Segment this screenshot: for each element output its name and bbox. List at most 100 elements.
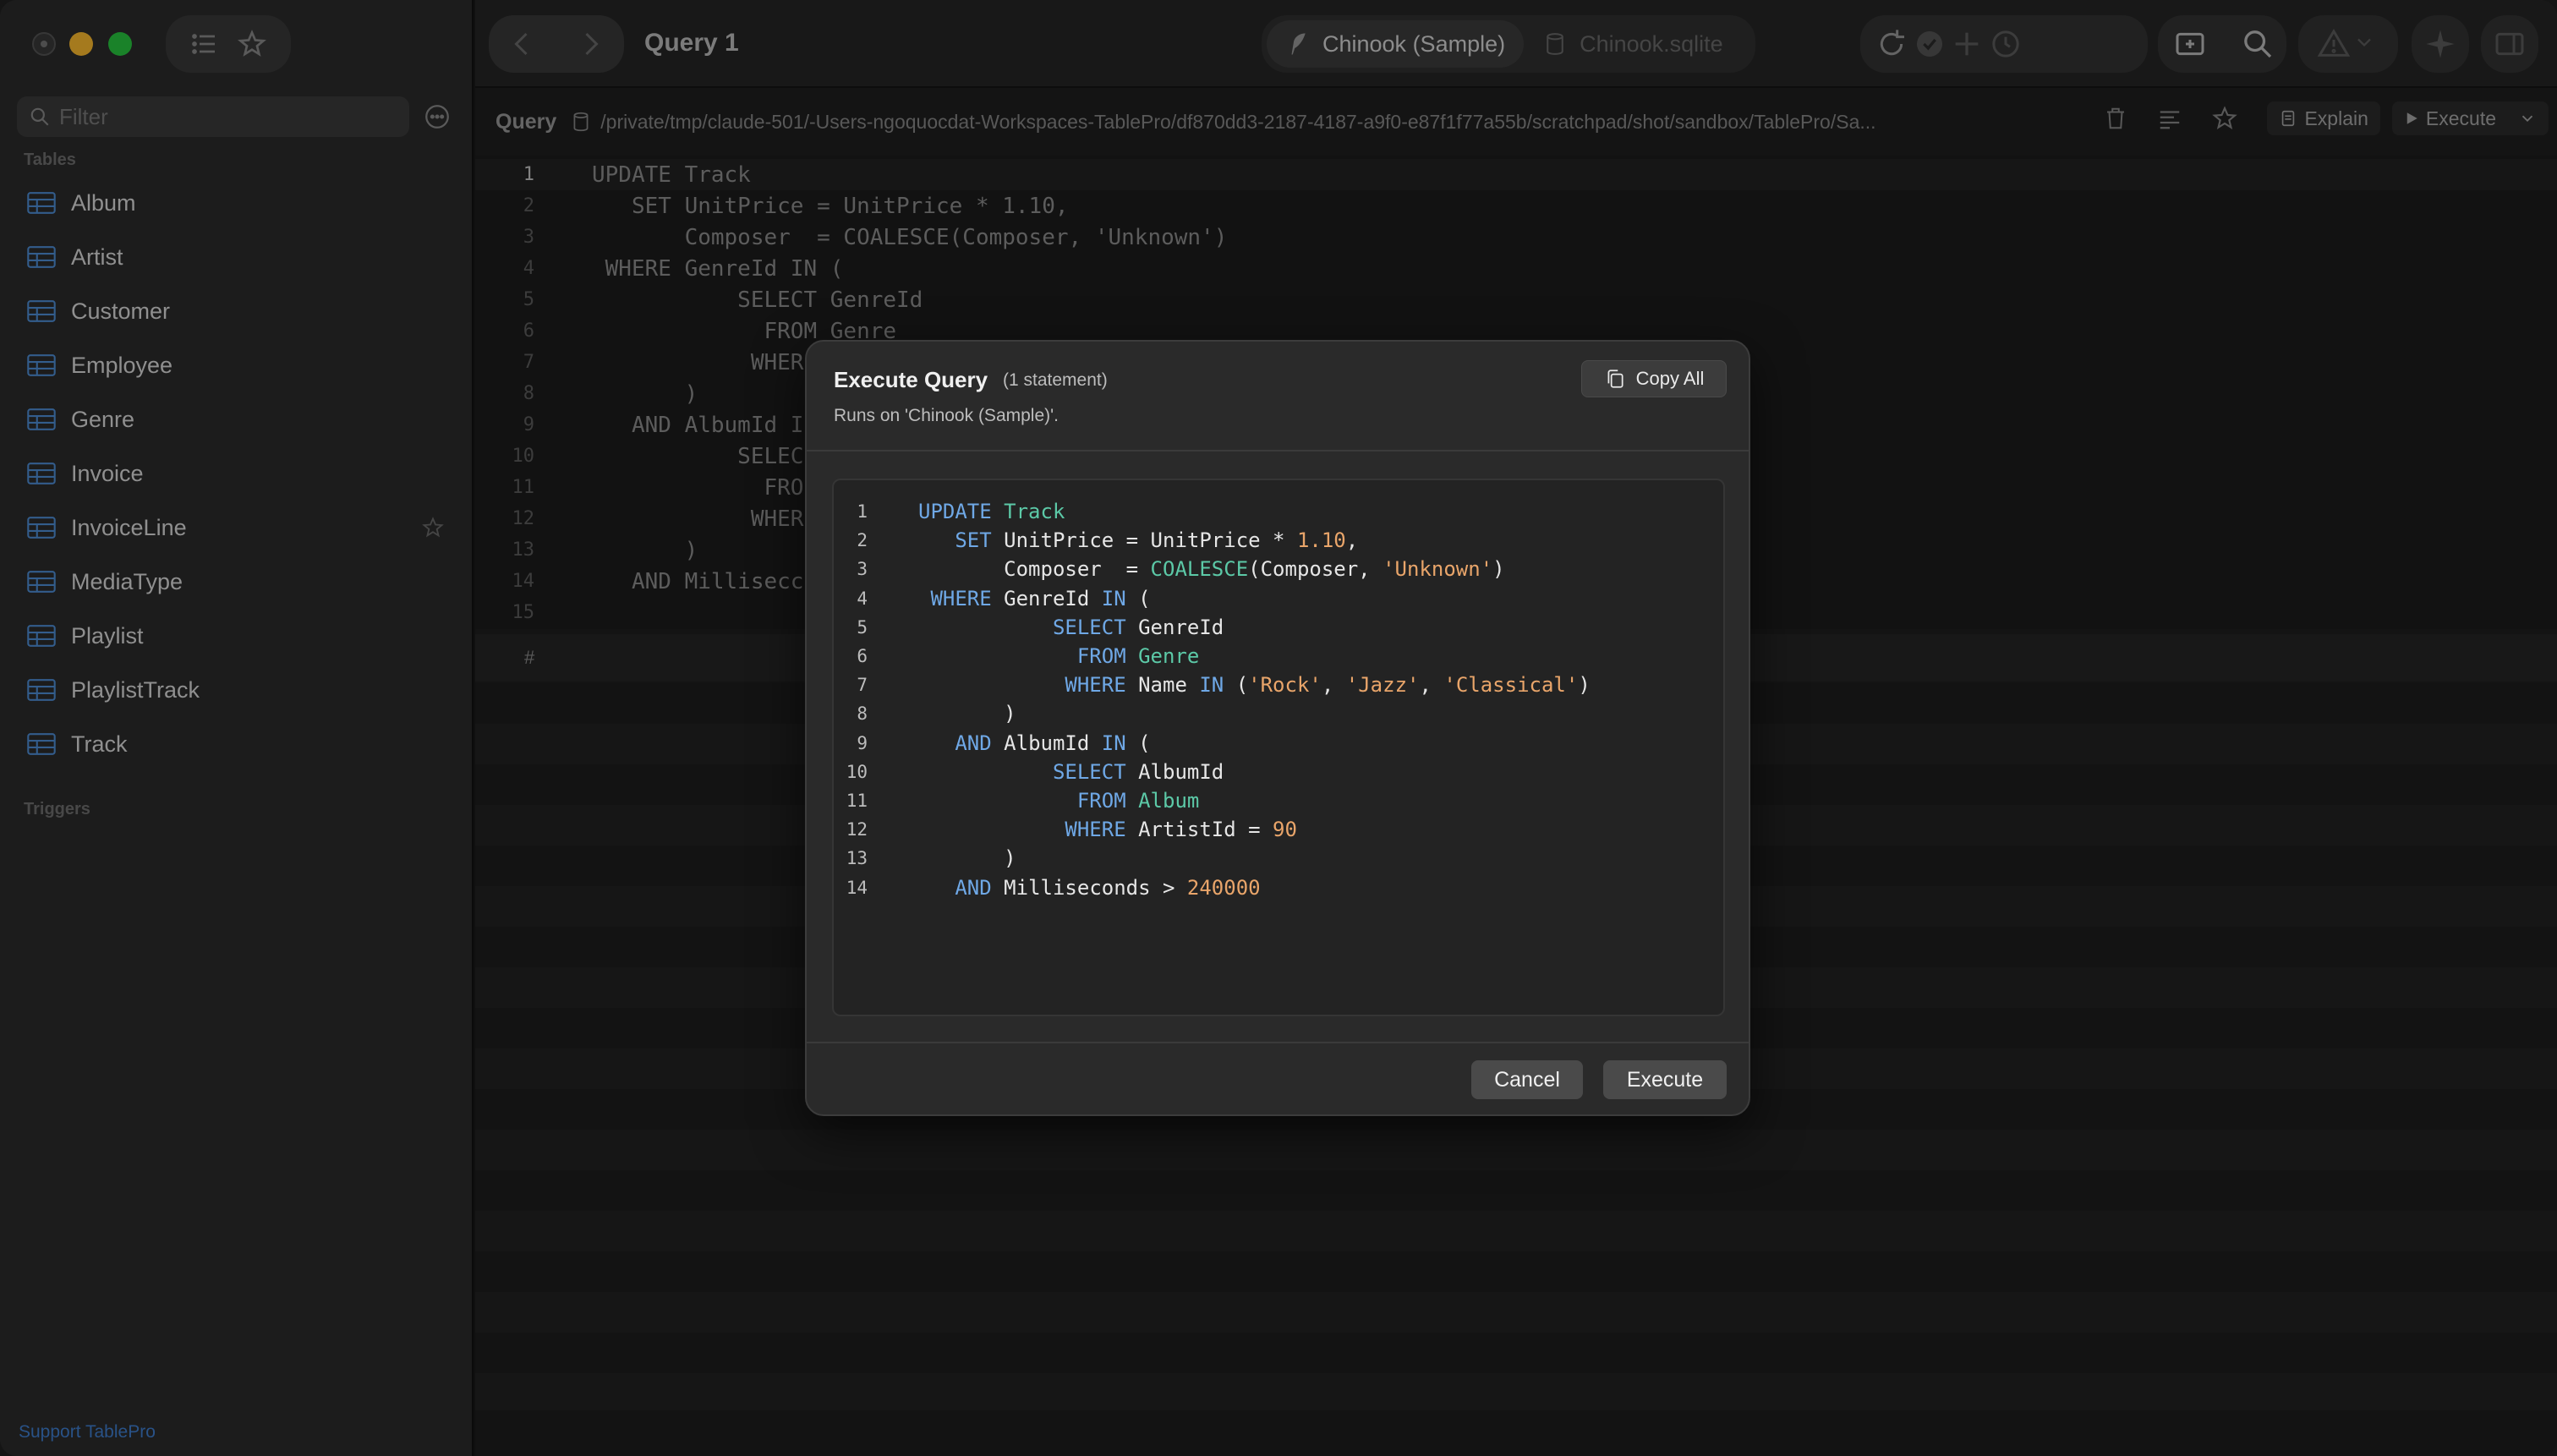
code-token: (: [1125, 731, 1151, 755]
preview-line: 9 AND AlbumId IN (: [834, 729, 1151, 758]
preview-line: 8 ): [834, 699, 1016, 728]
cancel-button[interactable]: Cancel: [1471, 1060, 1583, 1099]
preview-line-number: 6: [857, 646, 868, 666]
preview-line: 6 FROM Genre: [834, 642, 1199, 671]
code-token: ): [1492, 557, 1505, 582]
preview-line-number: 12: [846, 819, 868, 840]
code-token: FROM: [1076, 644, 1126, 668]
code-token: (Composer,: [1248, 557, 1383, 582]
preview-line: 2 SET UnitPrice = UnitPrice * 1.10,: [834, 526, 1358, 555]
code-token: IN: [1199, 673, 1224, 698]
preview-line-number: 10: [846, 761, 868, 782]
preview-line-number: 3: [857, 559, 868, 580]
preview-line-number: 11: [846, 791, 868, 811]
preview-line-number: 7: [857, 675, 868, 696]
divider: [807, 450, 1749, 452]
copy-all-label: Copy All: [1635, 368, 1705, 389]
preview-line: 5 SELECT GenreId: [834, 613, 1224, 642]
code-token: (: [1224, 673, 1249, 698]
preview-line: 13 ): [834, 844, 1016, 873]
preview-code: SELECT AlbumId: [918, 760, 1224, 784]
copy-icon: [1607, 369, 1623, 388]
dialog-subtitle: Runs on 'Chinook (Sample)'.: [834, 406, 1059, 425]
code-token: ,: [1321, 673, 1346, 698]
code-token: 1.10: [1296, 528, 1346, 553]
app-window: Tables AlbumArtistCustomerEmployeeGenreI…: [0, 0, 2557, 1456]
code-token: 90: [1273, 818, 1297, 842]
preview-line: 10 SELECT AlbumId: [834, 758, 1224, 786]
statement-count: (1 statement): [1003, 370, 1108, 390]
code-token: GenreId: [1125, 615, 1224, 639]
code-token: IN: [1101, 586, 1126, 610]
code-token: AlbumId: [1125, 759, 1224, 784]
preview-code: Composer = COALESCE(Composer, 'Unknown'): [918, 557, 1505, 582]
code-token: 240000: [1186, 875, 1261, 900]
preview-line-number: 2: [857, 530, 868, 551]
preview-code: WHERE ArtistId = 90: [918, 818, 1297, 841]
execute-button[interactable]: Execute: [1603, 1060, 1727, 1099]
preview-line-number: 9: [857, 732, 868, 753]
preview-line: 12 WHERE ArtistId = 90: [834, 815, 1297, 844]
execute-query-dialog: Execute Query (1 statement) Runs on 'Chi…: [805, 340, 1750, 1116]
preview-line: 14 AND Milliseconds > 240000: [834, 873, 1261, 902]
code-token: FROM: [1076, 789, 1126, 813]
preview-line: 4 WHERE GenreId IN (: [834, 584, 1151, 613]
code-token: Milliseconds >: [991, 875, 1187, 900]
code-token: Genre: [1138, 644, 1200, 668]
code-token: WHERE: [930, 586, 992, 610]
preview-line-number: 13: [846, 848, 868, 869]
sql-preview: 1 UPDATE Track 2 SET UnitPrice = UnitPrice…: [832, 479, 1725, 1016]
code-token: UPDATE: [918, 500, 992, 523]
preview-line: 11 FROM Album: [834, 786, 1200, 815]
preview-line-number: 8: [857, 703, 868, 725]
preview-code: WHERE Name IN ('Rock', 'Jazz', 'Classica…: [918, 673, 1590, 698]
preview-code: SET UnitPrice = UnitPrice * 1.10,: [918, 528, 1358, 552]
preview-code: SELECT GenreId: [918, 616, 1224, 639]
code-token: (: [1125, 586, 1151, 610]
code-token: AND: [955, 875, 992, 900]
preview-line-number: 4: [857, 588, 868, 609]
preview-code: FROM Album: [918, 789, 1200, 813]
preview-code: ): [918, 702, 1016, 725]
code-token: WHERE: [1065, 673, 1126, 698]
code-token: 'Rock': [1248, 673, 1322, 698]
divider: [807, 1042, 1749, 1043]
code-token: Album: [1138, 789, 1200, 813]
code-token: ): [918, 702, 1016, 726]
code-token: COALESCE: [1150, 557, 1249, 582]
dialog-title: Execute Query: [834, 367, 988, 392]
preview-code: AND Milliseconds > 240000: [918, 875, 1261, 900]
code-token: ,: [1419, 673, 1444, 698]
preview-line: 7 WHERE Name IN ('Rock', 'Jazz', 'Classi…: [834, 671, 1590, 699]
code-token: WHERE: [1065, 818, 1126, 842]
preview-code: FROM Genre: [918, 644, 1200, 668]
preview-line-number: 1: [857, 501, 868, 522]
code-token: ArtistId =: [1125, 818, 1273, 842]
preview-line: 1 UPDATE Track: [834, 497, 1065, 526]
code-token: 'Unknown': [1383, 557, 1493, 582]
code-token: ): [918, 846, 1016, 871]
code-token: AlbumId: [991, 731, 1102, 755]
code-token: ,: [1345, 528, 1359, 553]
code-token: GenreId: [991, 586, 1102, 610]
code-token: 'Jazz': [1345, 673, 1420, 698]
preview-code: ): [918, 846, 1016, 870]
code-token: AND: [955, 731, 992, 755]
preview-line-number: 14: [846, 877, 868, 898]
code-token: SELECT: [1052, 615, 1126, 639]
preview-code: WHERE GenreId IN (: [918, 586, 1151, 610]
code-token: Composer =: [918, 557, 1151, 582]
copy-all-button[interactable]: Copy All: [1581, 360, 1727, 397]
preview-code: UPDATE Track: [918, 500, 1065, 523]
